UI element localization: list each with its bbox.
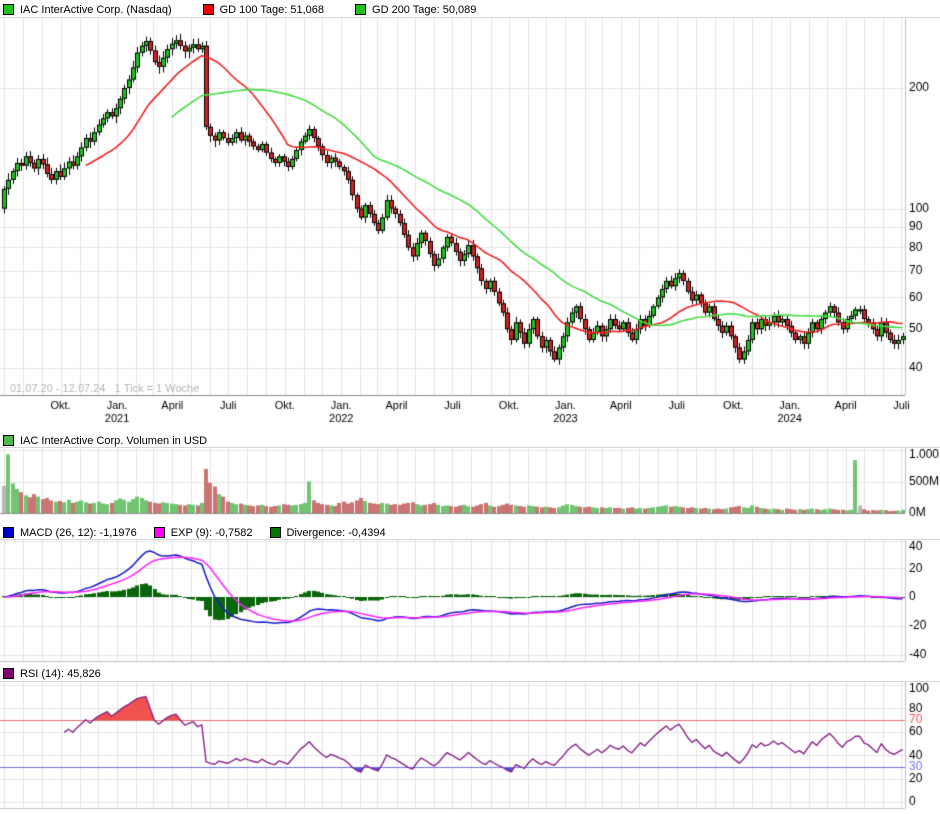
price-legend-gd200: GD 200 Tage: 50,089 xyxy=(355,4,476,16)
price-legend: IAC InterActive Corp. (Nasdaq) GD 100 Ta… xyxy=(0,0,940,18)
gd200-label: GD 200 Tage: 50,089 xyxy=(372,4,476,16)
volume-panel-canvas xyxy=(0,448,940,524)
series-swatch-icon xyxy=(3,4,14,15)
rsi-legend-series: RSI (14): 45,826 xyxy=(3,668,101,680)
price-legend-gd100: GD 100 Tage: 51,068 xyxy=(203,4,324,16)
gd100-label: GD 100 Tage: 51,068 xyxy=(220,4,324,16)
price-panel-canvas xyxy=(0,18,940,432)
macd-value-label: MACD (26, 12): -1,1976 xyxy=(20,527,137,539)
exp-value-label: EXP (9): -0,7582 xyxy=(171,527,253,539)
rsi-swatch-icon xyxy=(3,668,14,679)
gd100-swatch-icon xyxy=(203,4,214,15)
gd200-swatch-icon xyxy=(355,4,366,15)
macd-legend-macd: MACD (26, 12): -1,1976 xyxy=(3,527,137,539)
macd-swatch-icon xyxy=(3,527,14,538)
macd-legend: MACD (26, 12): -1,1976 EXP (9): -0,7582 … xyxy=(0,524,940,540)
rsi-value-label: RSI (14): 45,826 xyxy=(20,668,101,680)
macd-panel-canvas xyxy=(0,540,940,664)
divergence-swatch-icon xyxy=(270,527,281,538)
stock-chart: IAC InterActive Corp. (Nasdaq) GD 100 Ta… xyxy=(0,0,940,814)
volume-legend: IAC InterActive Corp. Volumen in USD xyxy=(0,432,940,448)
divergence-value-label: Divergence: -0,4394 xyxy=(287,527,386,539)
price-legend-series: IAC InterActive Corp. (Nasdaq) xyxy=(3,4,172,16)
price-legend-series-label: IAC InterActive Corp. (Nasdaq) xyxy=(20,4,172,16)
exp-swatch-icon xyxy=(154,527,165,538)
macd-legend-exp: EXP (9): -0,7582 xyxy=(154,527,253,539)
rsi-panel-canvas xyxy=(0,682,940,814)
macd-legend-divergence: Divergence: -0,4394 xyxy=(270,527,386,539)
rsi-legend: RSI (14): 45,826 xyxy=(0,664,940,682)
volume-swatch-icon xyxy=(3,435,14,446)
volume-label: IAC InterActive Corp. Volumen in USD xyxy=(20,435,207,447)
volume-legend-series: IAC InterActive Corp. Volumen in USD xyxy=(3,435,207,447)
